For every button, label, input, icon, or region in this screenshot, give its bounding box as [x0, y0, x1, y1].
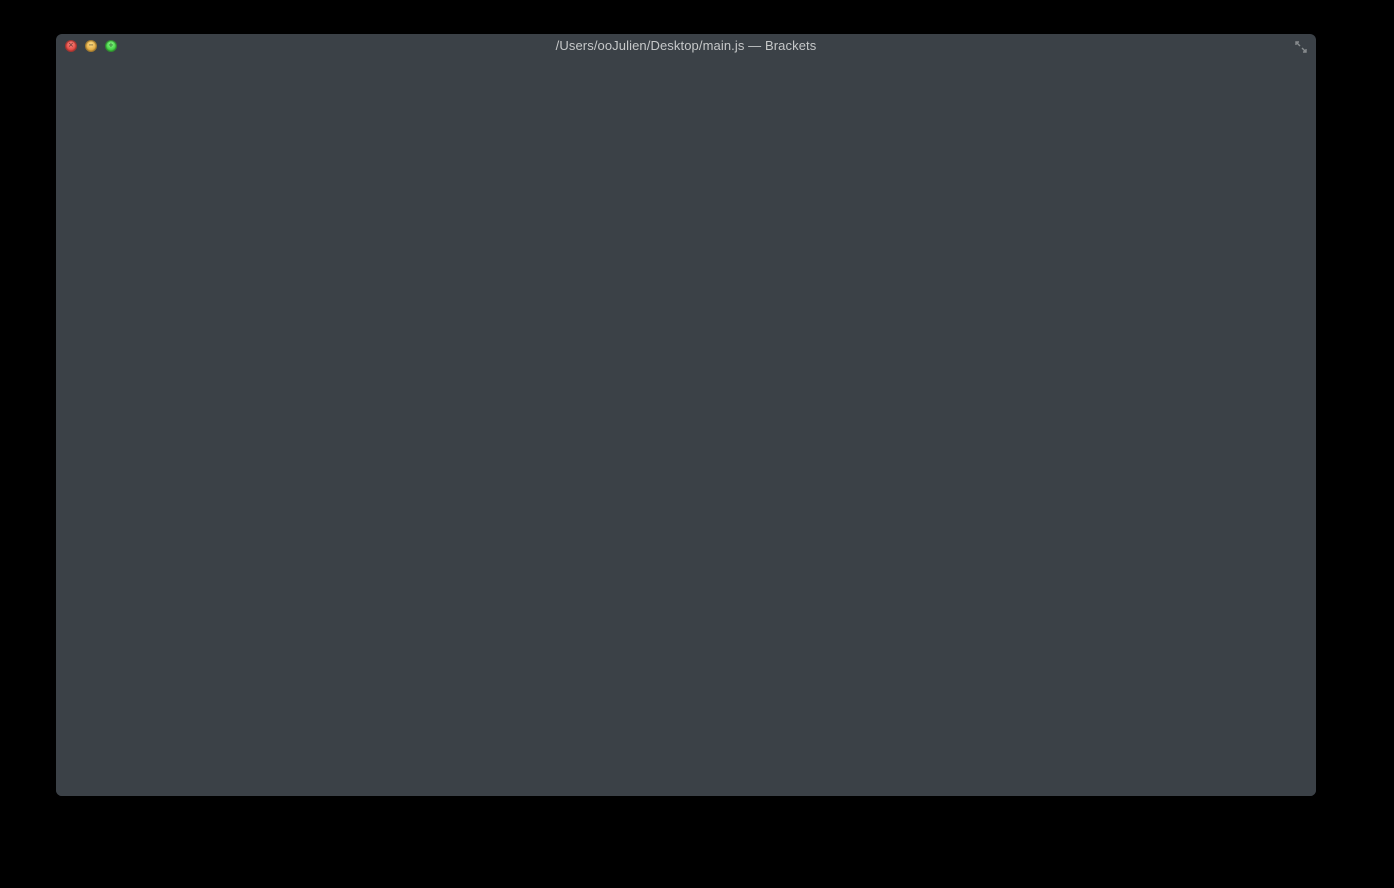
minimize-button[interactable]: −	[85, 40, 97, 52]
close-button[interactable]: ×	[65, 40, 77, 52]
minimize-icon: −	[89, 42, 94, 50]
fullscreen-button[interactable]	[1294, 40, 1308, 54]
window-title: /Users/ooJulien/Desktop/main.js — Bracke…	[56, 38, 1316, 53]
zoom-icon: +	[109, 42, 114, 50]
close-icon: ×	[69, 42, 74, 50]
traffic-lights: × − +	[65, 40, 117, 52]
app-window: × − + /Users/ooJulien/Desktop/main.js — …	[56, 34, 1316, 796]
titlebar[interactable]: × − + /Users/ooJulien/Desktop/main.js — …	[56, 34, 1316, 58]
zoom-button[interactable]: +	[105, 40, 117, 52]
fullscreen-icon	[1295, 41, 1307, 53]
editor-area[interactable]	[56, 58, 1316, 796]
